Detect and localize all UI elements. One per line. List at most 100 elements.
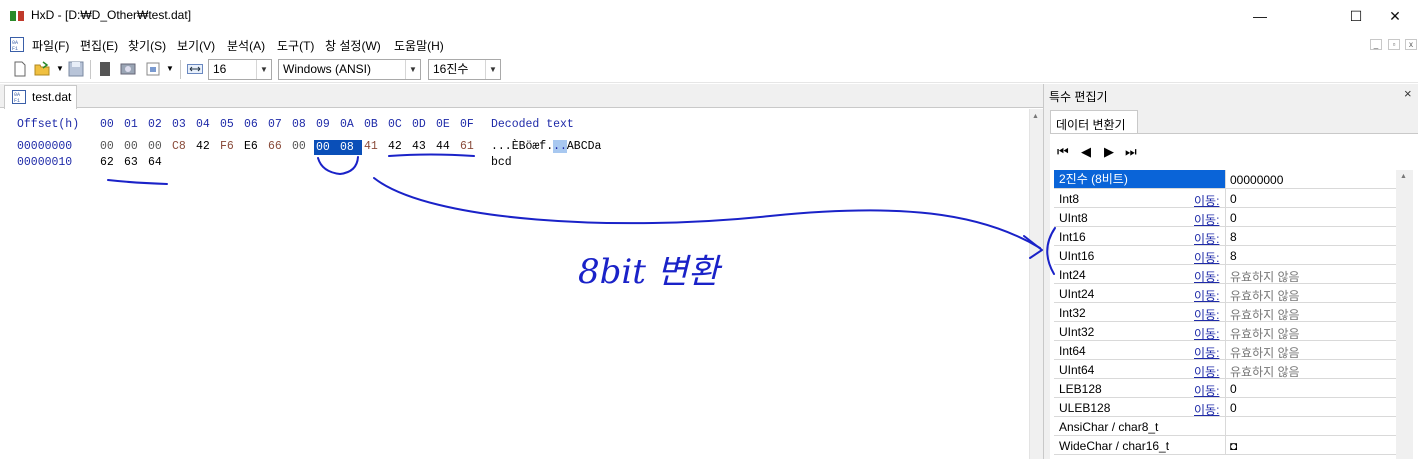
inspector-type-name: UInt8 [1059,211,1088,225]
menu-window[interactable]: 창 설정(W) [325,37,381,54]
inspector-value[interactable]: 유효하지 않음 [1230,363,1300,380]
inspector-value[interactable]: 유효하지 않음 [1230,325,1300,342]
inspector-row[interactable]: UInt24 이동: 유효하지 않음 [1054,284,1396,303]
next-icon[interactable]: ▶ [1104,144,1114,160]
inspector-value[interactable]: 유효하지 않음 [1230,306,1300,323]
hex-byte[interactable]: 62 [100,156,114,169]
last-icon[interactable]: ⏭ [1125,144,1137,160]
export-icon[interactable] [145,61,161,77]
hex-byte[interactable]: F6 [220,140,234,153]
jump-link[interactable]: 이동: [1194,382,1219,399]
inspector-value[interactable]: 유효하지 않음 [1230,287,1300,304]
inspector-scrollbar[interactable]: ▲ [1396,170,1413,459]
inspector-row[interactable]: UInt8 이동: 0 [1054,208,1396,227]
inspector-value[interactable]: 유효하지 않음 [1230,344,1300,361]
hex-byte[interactable]: C8 [172,140,186,153]
tab-test-dat[interactable]: 0A F1 test.dat [4,85,77,109]
hex-byte[interactable]: 41 [364,140,378,153]
hex-byte[interactable]: 43 [412,140,426,153]
mdi-restore-button[interactable]: ▫ [1388,39,1400,50]
jump-link[interactable]: 이동: [1194,230,1219,247]
inspector-value[interactable]: 0 [1230,192,1237,206]
open-dropdown-arrow-icon[interactable]: ▼ [56,64,64,73]
jump-link[interactable]: 이동: [1194,325,1219,342]
hex-byte[interactable]: 63 [124,156,138,169]
mdi-close-button[interactable]: x [1405,39,1417,50]
jump-link[interactable]: 이동: [1194,287,1219,304]
inspector-row[interactable]: LEB128 이동: 0 [1054,379,1396,398]
new-file-icon[interactable] [12,61,28,77]
scroll-up-icon[interactable]: ▲ [1400,173,1407,180]
ram-editor-icon[interactable] [97,61,113,77]
jump-link[interactable]: 이동: [1194,401,1219,418]
menu-help[interactable]: 도움말(H) [394,37,444,54]
chevron-down-icon[interactable]: ▼ [405,60,420,79]
chevron-down-icon[interactable]: ▼ [256,60,271,79]
jump-link[interactable]: 이동: [1194,344,1219,361]
inspector-row[interactable]: Int8 이동: 0 [1054,189,1396,208]
jump-link[interactable]: 이동: [1194,306,1219,323]
hex-byte[interactable]: 44 [436,140,450,153]
menu-search[interactable]: 찾기(S) [128,37,166,54]
inspector-value[interactable]: ◘ [1230,439,1237,453]
inspector-row[interactable]: Int24 이동: 유효하지 않음 [1054,265,1396,284]
inspector-value[interactable]: 0 [1230,382,1237,396]
inspector-row[interactable]: UInt64 이동: 유효하지 않음 [1054,360,1396,379]
vertical-scrollbar[interactable]: ▲ [1029,109,1043,459]
menu-tools[interactable]: 도구(T) [277,37,314,54]
jump-link[interactable]: 이동: [1194,268,1219,285]
hex-byte[interactable]: 00 [100,140,114,153]
hex-byte[interactable]: E6 [244,140,258,153]
tab-data-inspector[interactable]: 데이터 변환기 [1050,110,1138,134]
menu-view[interactable]: 보기(V) [177,37,215,54]
jump-link[interactable]: 이동: [1194,249,1219,266]
scroll-up-icon[interactable]: ▲ [1032,113,1039,120]
disk-editor-icon[interactable] [120,61,136,77]
hex-byte[interactable]: 00 [124,140,138,153]
panel-close-icon[interactable]: × [1404,86,1412,101]
inspector-row[interactable]: UInt16 이동: 8 [1054,246,1396,265]
hex-byte[interactable]: 61 [460,140,474,153]
hex-byte[interactable]: 66 [268,140,282,153]
close-button[interactable]: ✕ [1372,0,1418,32]
jump-link[interactable]: 이동: [1194,192,1219,209]
charset-select[interactable]: Windows (ANSI) ▼ [278,59,421,80]
inspector-value[interactable]: 0 [1230,211,1237,225]
jump-link[interactable]: 이동: [1194,363,1219,380]
hex-byte[interactable]: 64 [148,156,162,169]
inspector-value[interactable]: 00000000 [1230,173,1283,187]
offset-base-select[interactable]: 16진수 ▼ [428,59,501,80]
menu-analysis[interactable]: 분석(A) [227,37,265,54]
minimize-button[interactable]: — [1237,0,1283,32]
inspector-row[interactable]: Int64 이동: 유효하지 않음 [1054,341,1396,360]
hex-byte[interactable]: 42 [196,140,210,153]
menu-file[interactable]: 파일(F) [32,37,69,54]
inspector-row[interactable]: Int16 이동: 8 [1054,227,1396,246]
export-dropdown-arrow-icon[interactable]: ▼ [166,64,174,73]
chevron-down-icon[interactable]: ▼ [485,60,500,79]
hex-byte[interactable]: 42 [388,140,402,153]
hex-byte[interactable]: 08 [338,140,362,155]
first-icon[interactable]: ⏮ [1057,144,1069,160]
inspector-value[interactable]: 8 [1230,249,1237,263]
hex-byte[interactable]: 00 [314,140,338,155]
inspector-row[interactable]: ULEB128 이동: 0 [1054,398,1396,417]
inspector-row[interactable]: UInt32 이동: 유효하지 않음 [1054,322,1396,341]
mdi-minimize-button[interactable]: _ [1370,39,1382,50]
hex-byte[interactable]: 00 [292,140,306,153]
previous-icon[interactable]: ◀ [1081,144,1091,160]
inspector-type-name: Int64 [1059,344,1086,358]
inspector-row[interactable]: Int32 이동: 유효하지 않음 [1054,303,1396,322]
save-icon[interactable] [68,61,84,77]
hex-byte[interactable]: 00 [148,140,162,153]
inspector-row[interactable]: AnsiChar / char8_t [1054,417,1396,436]
menu-edit[interactable]: 편집(E) [80,37,118,54]
bytes-per-row-select[interactable]: 16 ▼ [208,59,272,80]
inspector-value[interactable]: 0 [1230,401,1237,415]
inspector-value[interactable]: 유효하지 않음 [1230,268,1300,285]
open-folder-icon[interactable] [34,61,50,77]
inspector-row[interactable]: 2진수 (8비트) 00000000 [1054,170,1396,189]
inspector-value[interactable]: 8 [1230,230,1237,244]
inspector-row[interactable]: WideChar / char16_t ◘ [1054,436,1396,455]
jump-link[interactable]: 이동: [1194,211,1219,228]
